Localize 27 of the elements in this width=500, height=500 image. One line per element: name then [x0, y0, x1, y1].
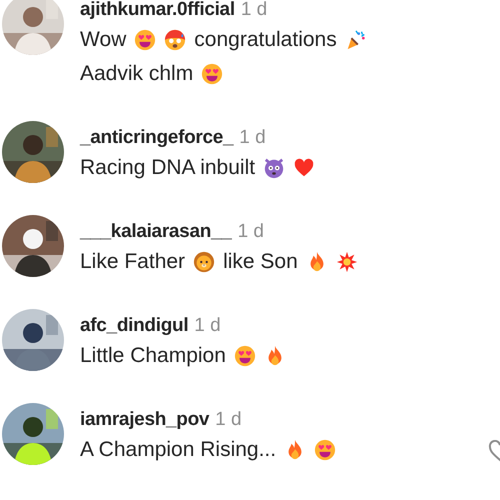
heart-emoji-icon [293, 157, 316, 179]
comment-text: Wow [80, 27, 126, 53]
heart-eyes-emoji-icon [234, 345, 256, 367]
heart-eyes-emoji-icon [134, 29, 156, 51]
collision-emoji-icon [336, 251, 358, 273]
heart-eyes-emoji-icon [314, 439, 336, 461]
comment-text: Little Champion [80, 343, 226, 369]
hot-face-emoji-icon [164, 29, 186, 51]
comment-time: 1 d [240, 0, 268, 20]
username-link[interactable]: afc_dindigul [80, 315, 188, 336]
username-link[interactable]: ___kalaiarasan__ [80, 221, 232, 242]
username-link[interactable]: _anticringeforce_ [80, 127, 234, 148]
comment-text: congratulations [194, 27, 337, 53]
comment-time: 1 d [215, 409, 242, 430]
username-link[interactable]: ajithkumar.0fficial [80, 0, 235, 20]
comment-text: A Champion Rising... [80, 437, 276, 463]
lion-emoji-icon [193, 251, 216, 273]
heart-eyes-emoji-icon [201, 63, 224, 85]
comment-time: 1 d [239, 127, 266, 148]
username-link[interactable]: iamrajesh_pov [80, 409, 210, 430]
comment-text: like Son [223, 249, 298, 275]
comment-text: Like Father [80, 249, 186, 275]
devil-emoji-icon [263, 157, 286, 179]
comment-text: Racing DNA inbuilt [80, 155, 256, 181]
comment-time: 1 d [194, 315, 221, 336]
comment-time: 1 d [238, 221, 264, 242]
comment-text: Aadvik chlm [80, 61, 194, 87]
